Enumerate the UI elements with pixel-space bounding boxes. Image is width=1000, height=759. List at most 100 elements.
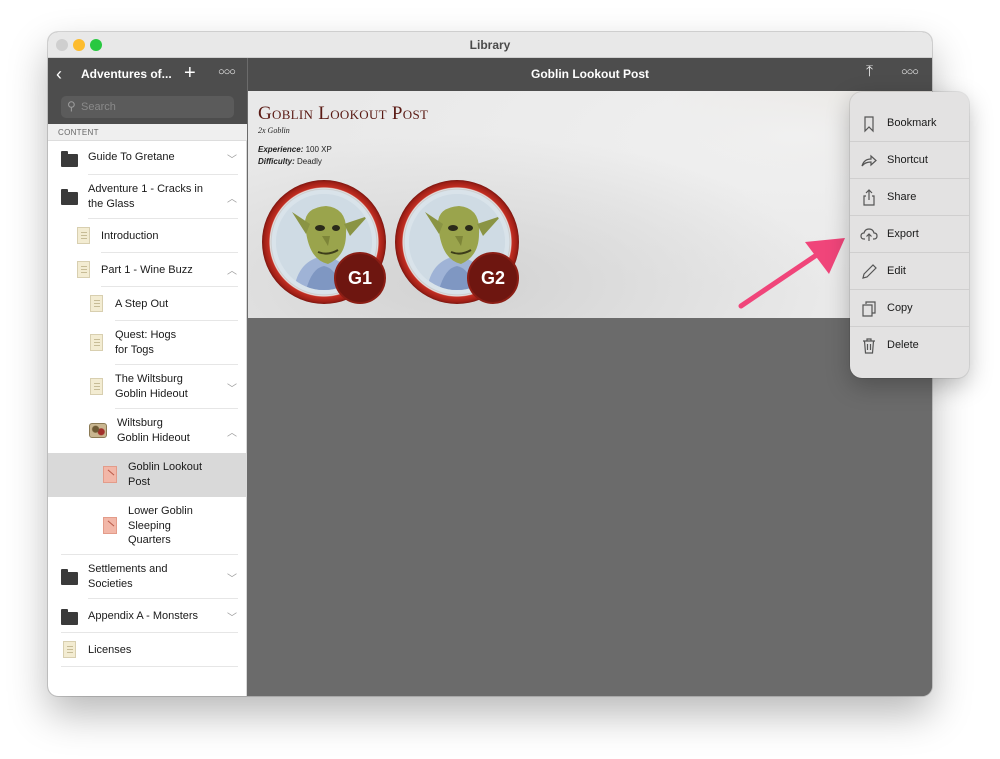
more-options-icon[interactable]: ○○○ bbox=[218, 66, 236, 78]
folder-icon bbox=[61, 151, 78, 167]
menu-item-export[interactable]: Export bbox=[850, 216, 969, 253]
encounter-icon bbox=[103, 466, 117, 483]
search-bar-container: ⚲ bbox=[48, 91, 247, 124]
content-title: Goblin Lookout Post bbox=[531, 67, 649, 81]
tree-item-label: The Wiltsburg Goblin Hideout bbox=[115, 373, 188, 400]
tree-item-goblin-lookout-post[interactable]: Goblin Lookout Post bbox=[48, 453, 247, 497]
goblin-token-g1[interactable]: G1 bbox=[262, 180, 386, 304]
tree-item-label: A Step Out bbox=[115, 298, 169, 310]
experience-line: Experience: 100 XP bbox=[258, 145, 332, 154]
sidebar-title: Adventures of... bbox=[81, 67, 172, 81]
encounter-subtitle: 2x Goblin bbox=[258, 126, 290, 135]
token-label: G2 bbox=[467, 252, 519, 304]
tree-item-quest-hogs-for-togs[interactable]: Quest: Hogs for Togs bbox=[48, 321, 247, 365]
map-icon bbox=[89, 423, 107, 438]
menu-item-label: Share bbox=[887, 191, 917, 203]
menu-item-label: Export bbox=[887, 228, 919, 240]
more-options-icon[interactable]: ○○○ bbox=[901, 66, 919, 78]
difficulty-label: Difficulty: bbox=[258, 157, 295, 166]
menu-item-delete[interactable]: Delete bbox=[850, 327, 969, 364]
menu-item-bookmark[interactable]: Bookmark bbox=[850, 105, 969, 142]
document-icon bbox=[90, 378, 103, 395]
menu-item-label: Copy bbox=[887, 302, 913, 314]
tree-item-label: Quest: Hogs for Togs bbox=[115, 329, 177, 356]
back-chevron-icon[interactable]: ‹ bbox=[56, 64, 62, 84]
goblin-token-g2[interactable]: G2 bbox=[395, 180, 519, 304]
chevron-down-icon[interactable]: ﹀ bbox=[227, 151, 237, 166]
content-navbar: Goblin Lookout Post ⤒ ○○○ bbox=[248, 58, 932, 91]
app-window: Library ‹ Adventures of... + ○○○ ⚲ CONTE… bbox=[48, 32, 932, 696]
tree-item-appendix-a-monsters[interactable]: Appendix A - Monsters ﹀ bbox=[48, 599, 247, 633]
tree-item-label: Part 1 - Wine Buzz bbox=[101, 264, 193, 276]
shortcut-icon bbox=[861, 154, 877, 167]
document-icon bbox=[63, 641, 76, 658]
document-icon bbox=[77, 227, 90, 244]
chevron-down-icon[interactable]: ﹀ bbox=[227, 570, 237, 585]
tree-item-label: Settlements and Societies bbox=[88, 563, 168, 590]
bookmark-icon bbox=[864, 116, 874, 133]
difficulty-value: Deadly bbox=[296, 157, 322, 166]
experience-label: Experience: bbox=[258, 145, 304, 154]
menu-item-label: Delete bbox=[887, 339, 919, 351]
menu-item-edit[interactable]: Edit bbox=[850, 253, 969, 290]
trash-icon bbox=[863, 338, 875, 354]
search-icon: ⚲ bbox=[67, 99, 76, 113]
sidebar: ‹ Adventures of... + ○○○ ⚲ CONTENT Guide… bbox=[48, 58, 247, 696]
folder-icon bbox=[61, 609, 78, 625]
menu-item-copy[interactable]: Copy bbox=[850, 290, 969, 327]
tree-item-label: Appendix A - Monsters bbox=[88, 610, 199, 622]
share-icon bbox=[863, 189, 875, 206]
divider bbox=[61, 666, 238, 667]
tree-item-settlements-and-societies[interactable]: Settlements and Societies ﹀ bbox=[48, 555, 247, 599]
tree-item-label: Goblin Lookout Post bbox=[128, 461, 202, 488]
tree-item-label: Licenses bbox=[88, 644, 132, 656]
chevron-up-icon[interactable]: ︿ bbox=[227, 262, 237, 277]
difficulty-line: Difficulty: Deadly bbox=[258, 157, 322, 166]
window-title: Library bbox=[469, 38, 511, 52]
menu-item-share[interactable]: Share bbox=[850, 179, 969, 216]
tree-item-licenses[interactable]: Licenses bbox=[48, 633, 247, 667]
tree-item-the-wiltsburg-goblin-hideout[interactable]: The Wiltsburg Goblin Hideout ﹀ bbox=[48, 365, 247, 409]
document-icon bbox=[77, 261, 90, 278]
section-header: CONTENT bbox=[48, 124, 247, 141]
tree-item-part-1-wine-buzz[interactable]: Part 1 - Wine Buzz ︿ bbox=[48, 253, 247, 287]
chevron-down-icon[interactable]: ﹀ bbox=[227, 380, 237, 395]
encounter-icon bbox=[103, 517, 117, 534]
search-input[interactable] bbox=[81, 99, 226, 115]
main-content: Goblin Lookout Post ⤒ ○○○ Goblin Lookout… bbox=[248, 58, 932, 696]
tree-item-a-step-out[interactable]: A Step Out bbox=[48, 287, 247, 321]
more-options-menu: Bookmark Shortcut Share Export Edit Copy… bbox=[850, 92, 969, 378]
annotation-arrow-icon bbox=[738, 238, 845, 309]
tree-item-guide-to-gretane[interactable]: Guide To Gretane ﹀ bbox=[48, 141, 247, 175]
tree-item-lower-goblin-sleeping-quarters[interactable]: Lower Goblin Sleeping Quarters bbox=[48, 497, 247, 555]
pencil-icon bbox=[862, 264, 877, 279]
document-icon bbox=[90, 295, 103, 312]
tree-item-wiltsburg-goblin-hideout-map[interactable]: Wiltsburg Goblin Hideout ︿ bbox=[48, 409, 247, 453]
section-label: CONTENT bbox=[58, 128, 99, 137]
encounter-title: Goblin Lookout Post bbox=[258, 103, 429, 124]
tree-item-label: Lower Goblin Sleeping Quarters bbox=[128, 505, 193, 546]
pin-to-top-icon[interactable]: ⤒ bbox=[866, 63, 873, 81]
title-bar: Library bbox=[48, 32, 932, 58]
token-label: G1 bbox=[334, 252, 386, 304]
menu-item-label: Edit bbox=[887, 265, 906, 277]
tree-item-adventure-1[interactable]: Adventure 1 - Cracks in the Glass ︿ bbox=[48, 175, 247, 219]
search-field[interactable]: ⚲ bbox=[61, 96, 234, 118]
document-icon bbox=[90, 334, 103, 351]
add-icon[interactable]: + bbox=[184, 62, 196, 84]
chevron-up-icon[interactable]: ︿ bbox=[227, 190, 237, 205]
chevron-up-icon[interactable]: ︿ bbox=[227, 424, 237, 439]
tree-item-label: Wiltsburg Goblin Hideout bbox=[117, 417, 190, 444]
tree-item-introduction[interactable]: Introduction bbox=[48, 219, 247, 253]
tree-item-label: Guide To Gretane bbox=[88, 151, 175, 163]
menu-item-label: Shortcut bbox=[887, 154, 928, 166]
menu-item-label: Bookmark bbox=[887, 117, 937, 129]
folder-icon bbox=[61, 569, 78, 585]
menu-item-shortcut[interactable]: Shortcut bbox=[850, 142, 969, 179]
copy-icon bbox=[862, 301, 876, 317]
tree-item-label: Introduction bbox=[101, 230, 159, 242]
experience-value: 100 XP bbox=[305, 145, 332, 154]
chevron-down-icon[interactable]: ﹀ bbox=[227, 609, 237, 624]
cloud-upload-icon bbox=[860, 228, 878, 241]
folder-icon bbox=[61, 189, 78, 205]
